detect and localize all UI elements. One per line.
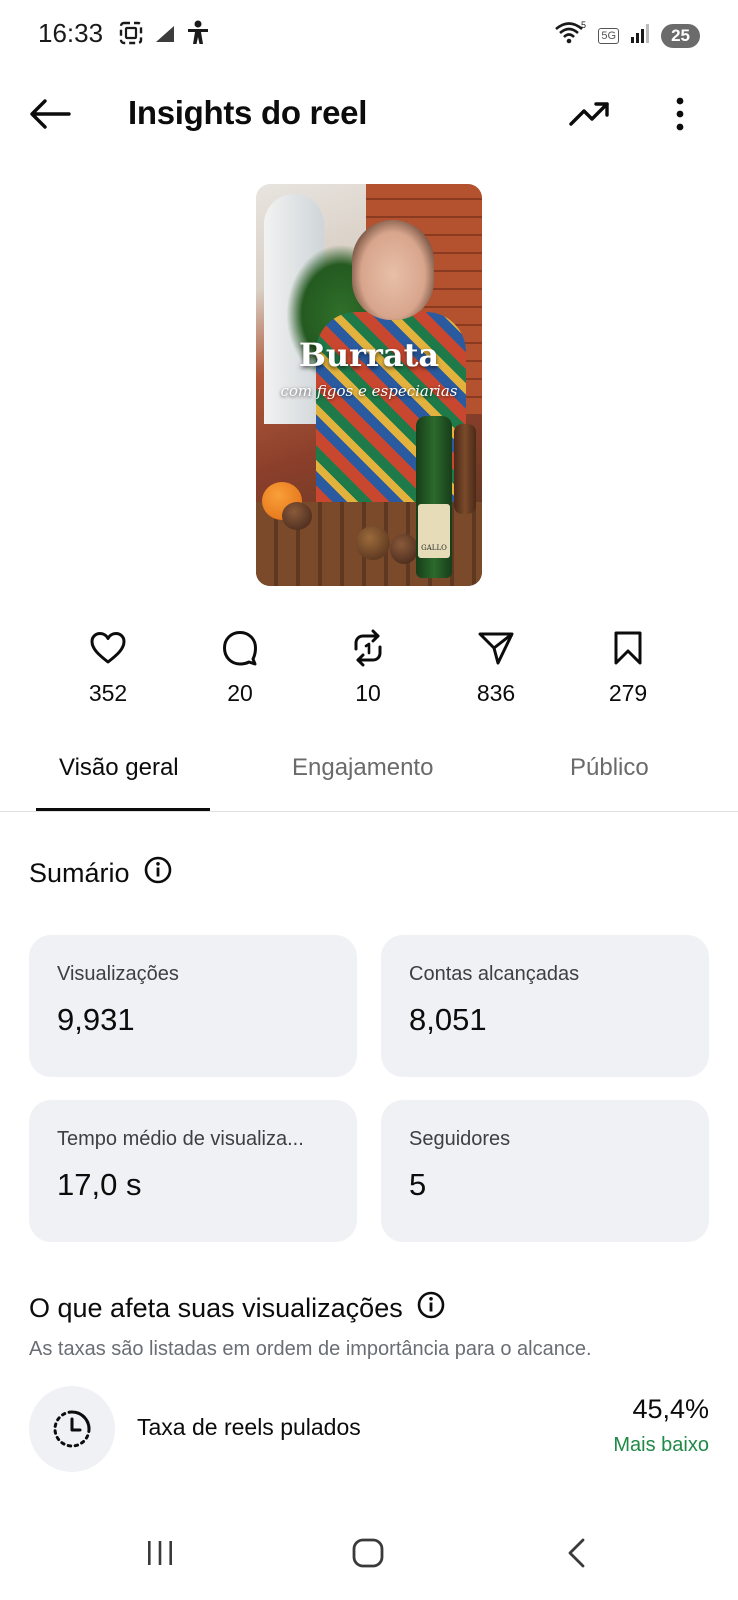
thumbnail-person-head bbox=[352, 220, 434, 320]
tab-audience[interactable]: Público bbox=[570, 754, 649, 782]
card-value: 5 bbox=[409, 1167, 427, 1202]
card-label: Visualizações bbox=[57, 963, 179, 985]
status-left-icons bbox=[118, 20, 210, 51]
more-options-button[interactable] bbox=[656, 92, 704, 140]
thumbnail-bottle-label: GALLO bbox=[418, 504, 450, 558]
battery-indicator: 25 bbox=[661, 23, 700, 48]
status-time: 16:33 bbox=[38, 18, 104, 48]
signal-bars-small-icon bbox=[154, 22, 176, 49]
screenshot-icon bbox=[118, 20, 144, 51]
saves-stat: 279 bbox=[578, 626, 678, 707]
home-icon bbox=[351, 1537, 385, 1574]
active-tab-indicator bbox=[36, 808, 210, 811]
card-value: 9,931 bbox=[57, 1002, 135, 1037]
info-icon[interactable] bbox=[417, 1291, 445, 1326]
thumbnail-title: Burrata bbox=[298, 336, 440, 374]
affects-section-title: O que afeta suas visualizações bbox=[29, 1291, 445, 1326]
views-card[interactable]: Visualizações 9,931 bbox=[29, 935, 357, 1077]
skip-rate-value: 45,4% bbox=[632, 1394, 709, 1424]
trending-up-icon bbox=[569, 100, 611, 133]
status-bar: 16:33 5 5G 25 bbox=[0, 0, 738, 72]
accounts-reached-card[interactable]: Contas alcançadas 8,051 bbox=[381, 935, 709, 1077]
thumbnail-fig bbox=[282, 502, 312, 530]
recent-apps-icon bbox=[145, 1539, 175, 1572]
card-label: Contas alcançadas bbox=[409, 963, 580, 985]
header: Insights do reel bbox=[0, 72, 738, 158]
repost-icon bbox=[318, 626, 418, 670]
avg-watch-time-card[interactable]: Tempo médio de visualiza... 17,0 s bbox=[29, 1100, 357, 1242]
trends-button[interactable] bbox=[566, 92, 614, 140]
status-right-icons: 5 5G 25 bbox=[554, 20, 700, 51]
card-value: 17,0 s bbox=[57, 1167, 142, 1202]
summary-title: Sumário bbox=[29, 858, 130, 888]
heart-icon bbox=[58, 626, 158, 670]
reposts-count: 10 bbox=[355, 680, 381, 706]
tab-overview[interactable]: Visão geral bbox=[59, 754, 179, 782]
interaction-stats: 352 20 10 836 279 bbox=[0, 626, 738, 716]
back-button[interactable] bbox=[26, 92, 74, 140]
more-vertical-icon bbox=[675, 97, 685, 136]
shares-stat: 836 bbox=[446, 626, 546, 707]
bookmark-icon bbox=[578, 626, 678, 670]
likes-count: 352 bbox=[88, 680, 128, 706]
system-nav-bar bbox=[0, 1520, 738, 1600]
system-back-button[interactable] bbox=[546, 1530, 606, 1580]
thumbnail-subtitle: com figos e especiarias bbox=[280, 382, 458, 400]
wifi-band-label: 5 bbox=[581, 20, 586, 30]
share-icon bbox=[446, 626, 546, 670]
card-value: 8,051 bbox=[409, 1002, 487, 1037]
recent-apps-button[interactable] bbox=[130, 1530, 190, 1580]
affects-title: O que afeta suas visualizações bbox=[29, 1293, 403, 1323]
clock-icon bbox=[29, 1386, 115, 1472]
card-label: Seguidores bbox=[409, 1128, 511, 1150]
reel-thumbnail[interactable]: GALLO Burrata com figos e especiarias bbox=[256, 184, 482, 586]
thumbnail-fig bbox=[356, 526, 390, 560]
comments-stat: 20 bbox=[190, 626, 290, 707]
saves-count: 279 bbox=[608, 680, 648, 706]
skip-rate-status: Mais baixo bbox=[613, 1434, 709, 1456]
likes-stat: 352 bbox=[58, 626, 158, 707]
followers-card[interactable]: Seguidores 5 bbox=[381, 1100, 709, 1242]
page-title: Insights do reel bbox=[128, 94, 368, 131]
comment-icon bbox=[190, 626, 290, 670]
skip-rate-row[interactable]: Taxa de reels pulados 45,4% Mais baixo bbox=[29, 1386, 709, 1472]
reposts-stat: 10 bbox=[318, 626, 418, 707]
arrow-left-icon bbox=[29, 98, 71, 135]
insights-tabs: Visão geral Engajamento Público bbox=[0, 742, 738, 812]
info-icon[interactable] bbox=[144, 856, 172, 891]
shares-count: 836 bbox=[476, 680, 516, 706]
cell-signal-icon bbox=[629, 22, 651, 49]
accessibility-icon bbox=[186, 20, 210, 51]
chevron-left-icon bbox=[565, 1537, 587, 1574]
wifi-icon: 5 bbox=[554, 20, 588, 51]
thumbnail-fig bbox=[390, 534, 418, 564]
affects-subtitle: As taxas são listadas em ordem de import… bbox=[29, 1338, 592, 1360]
card-label: Tempo médio de visualiza... bbox=[57, 1128, 304, 1150]
comments-count: 20 bbox=[227, 680, 253, 706]
tab-engagement[interactable]: Engajamento bbox=[292, 754, 433, 782]
summary-section-title: Sumário bbox=[29, 856, 172, 891]
skip-rate-label: Taxa de reels pulados bbox=[137, 1414, 361, 1440]
home-button[interactable] bbox=[338, 1530, 398, 1580]
network-type: 5G bbox=[598, 27, 620, 44]
thumbnail-pepper-grinder bbox=[454, 424, 476, 514]
